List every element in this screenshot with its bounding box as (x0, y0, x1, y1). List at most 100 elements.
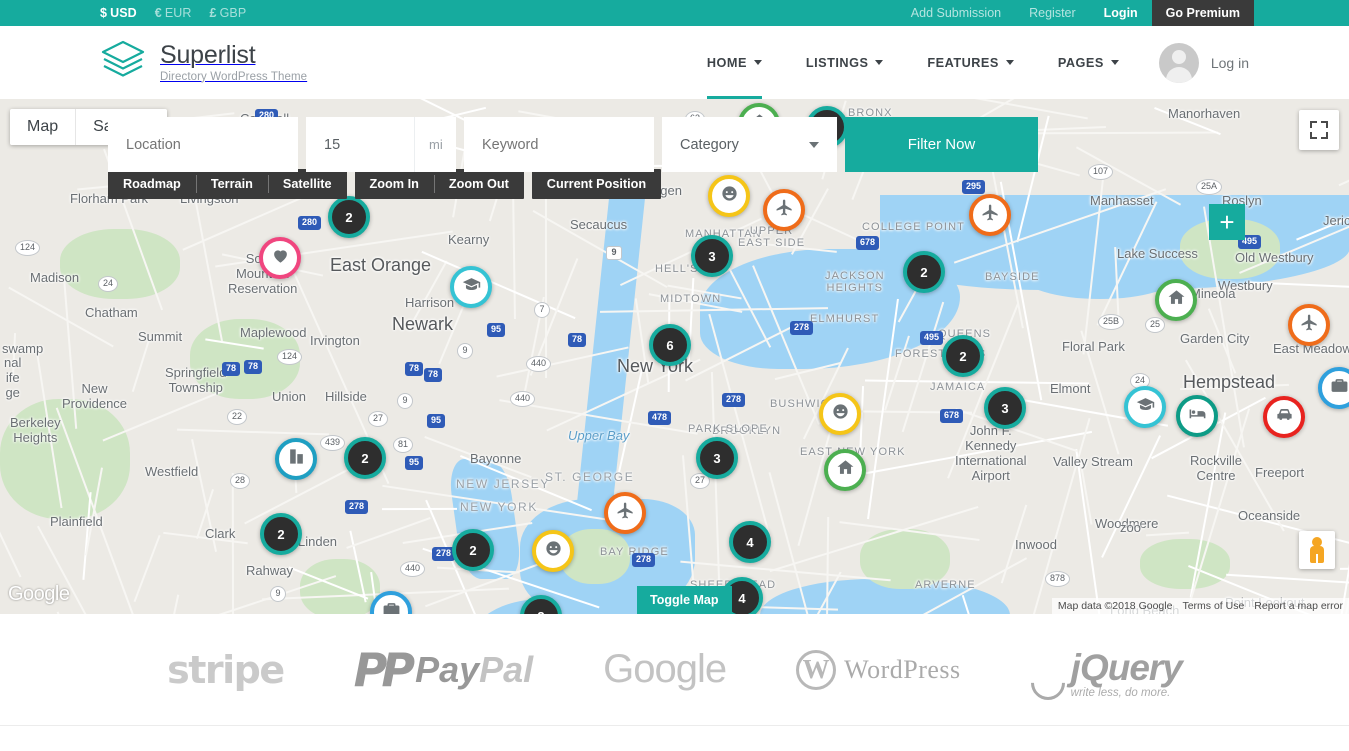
map-listing-marker-graduation-cap[interactable] (1124, 386, 1166, 428)
map-listing-marker-building[interactable] (275, 438, 317, 480)
account-login-link[interactable]: Log in (1158, 42, 1249, 83)
sponsor-google[interactable]: Google (603, 640, 727, 700)
map-listing-marker-plane[interactable] (1288, 304, 1330, 346)
jquery-logo-text: jQuery write less, do more. (1070, 649, 1183, 700)
currency-eur[interactable]: € EUR (155, 6, 192, 20)
plane-icon (1300, 313, 1319, 337)
nav-item-home[interactable]: HOME (685, 26, 784, 99)
map-cluster-marker[interactable]: 3 (691, 235, 733, 277)
map-listing-marker-plane[interactable] (763, 189, 805, 231)
nav-item-listings[interactable]: LISTINGS (784, 26, 906, 99)
map-cluster-marker[interactable]: 6 (649, 324, 691, 366)
terms-of-use-link[interactable]: Terms of Use (1182, 600, 1244, 612)
add-listing-button[interactable]: + (1209, 204, 1245, 240)
map-cluster-marker[interactable]: 2 (452, 529, 494, 571)
nav-item-pages[interactable]: PAGES (1036, 26, 1141, 99)
login-link[interactable]: Login (1090, 0, 1152, 26)
map-road (544, 177, 547, 379)
sponsor-stripe[interactable]: stripe (167, 640, 285, 700)
map-listing-marker-plane[interactable] (969, 194, 1011, 236)
sponsor-wordpress[interactable]: W WordPress (796, 640, 961, 700)
map-section[interactable]: CaldwellManorhavenEast herfordBRONXBerge… (0, 99, 1349, 614)
register-link[interactable]: Register (1015, 0, 1090, 26)
map-listing-marker-bed[interactable] (1176, 395, 1218, 437)
map-listing-marker-theater-masks[interactable] (532, 530, 574, 572)
theater-masks-icon (720, 184, 739, 208)
sponsor-jquery[interactable]: jQuery write less, do more. (1023, 640, 1183, 707)
map-listing-marker-theater-masks[interactable] (819, 393, 861, 435)
map-zoom-controls[interactable]: Zoom In Zoom Out (354, 169, 524, 199)
add-submission-link[interactable]: Add Submission (897, 0, 1015, 26)
building-icon (287, 447, 306, 471)
report-map-error-link[interactable]: Report a map error (1254, 600, 1343, 612)
map-cluster-marker[interactable]: 4 (729, 521, 771, 563)
fullscreen-button[interactable] (1299, 110, 1339, 150)
sponsor-paypal[interactable]: PP Pay Pal (354, 640, 534, 700)
map-mode-terrain[interactable]: Terrain (195, 169, 268, 199)
currency-eur-code: EUR (164, 6, 192, 20)
map-current-position-button[interactable]: Current Position (532, 169, 661, 199)
map-cluster-marker[interactable]: 3 (984, 387, 1026, 429)
map-cluster-marker[interactable]: 3 (696, 437, 738, 479)
map-zoom-out-button[interactable]: Zoom Out (433, 169, 524, 199)
map-listing-marker-heart[interactable] (259, 237, 301, 279)
map-listing-marker-theater-masks[interactable] (708, 175, 750, 217)
brand-logo-link[interactable]: Superlist Directory WordPress Theme (100, 38, 307, 87)
map-cluster-marker[interactable]: 2 (903, 251, 945, 293)
currency-eur-symbol: € (154, 6, 162, 20)
filter-now-button[interactable]: Filter Now (845, 117, 1038, 172)
map-listing-marker-car[interactable] (1263, 396, 1305, 438)
map-listing-marker-home[interactable] (1155, 279, 1197, 321)
category-select-label: Category (680, 136, 739, 153)
theater-masks-icon (831, 402, 850, 426)
chevron-down-icon (875, 60, 884, 65)
map-position-controls[interactable]: Current Position (531, 169, 662, 199)
map-park-3 (60, 229, 180, 299)
brand-tagline: Directory WordPress Theme (160, 70, 308, 83)
car-icon (1275, 405, 1294, 429)
map-listing-marker-plane[interactable] (604, 492, 646, 534)
map-view-modes[interactable]: Roadmap Terrain Satellite (108, 169, 347, 199)
nav-item-features[interactable]: FEATURES (905, 26, 1035, 99)
jquery-logo-tagline: write less, do more. (1070, 687, 1171, 699)
paypal-logo-pay: Pay (415, 648, 480, 690)
nav-item-listings-label: LISTINGS (805, 55, 869, 70)
go-premium-button[interactable]: Go Premium (1151, 0, 1254, 26)
radius-field[interactable]: mi (306, 117, 456, 172)
nav-item-home-label: HOME (706, 55, 747, 70)
toggle-map-button[interactable]: Toggle Map (637, 586, 732, 614)
map-cluster-marker[interactable]: 2 (260, 513, 302, 555)
map-cluster-marker[interactable]: 2 (344, 437, 386, 479)
map-mode-roadmap[interactable]: Roadmap (108, 169, 196, 199)
map-zoom-in-button[interactable]: Zoom In (355, 169, 434, 199)
map-listing-marker-home[interactable] (824, 449, 866, 491)
map-listing-marker-graduation-cap[interactable] (450, 266, 492, 308)
theater-masks-icon (544, 539, 563, 563)
graduation-cap-icon (1136, 395, 1155, 419)
currency-usd-symbol: $ (100, 6, 108, 20)
keyword-input[interactable] (464, 117, 654, 172)
wordpress-logo-text: WordPress (844, 654, 961, 684)
map-control-strip[interactable]: Roadmap Terrain Satellite Zoom In Zoom O… (108, 169, 662, 199)
map-cluster-marker[interactable]: 2 (328, 196, 370, 238)
wordpress-w-icon: W (796, 649, 837, 690)
currency-usd[interactable]: $ USD (100, 6, 137, 20)
briefcase-icon (382, 600, 401, 614)
map-mode-satellite[interactable]: Satellite (267, 169, 347, 199)
fullscreen-icon (1310, 121, 1328, 139)
brand-text: Superlist Directory WordPress Theme (160, 42, 307, 82)
nav-item-pages-label: PAGES (1057, 55, 1104, 70)
location-input[interactable] (108, 117, 298, 172)
stripe-logo: stripe (167, 647, 285, 692)
map-cluster-marker[interactable]: 2 (942, 335, 984, 377)
radius-input[interactable] (324, 136, 414, 153)
plane-icon (775, 198, 794, 222)
search-filter-bar[interactable]: mi Category Filter Now (108, 117, 1193, 172)
paypal-logo-pal: Pal (479, 648, 534, 690)
currency-usd-code: USD (110, 6, 137, 20)
street-view-control[interactable] (1299, 531, 1335, 569)
map-type-map[interactable]: Map (10, 109, 76, 145)
currency-gbp[interactable]: £ GBP (210, 6, 247, 20)
category-select[interactable]: Category (662, 117, 837, 172)
briefcase-icon (1330, 376, 1349, 400)
